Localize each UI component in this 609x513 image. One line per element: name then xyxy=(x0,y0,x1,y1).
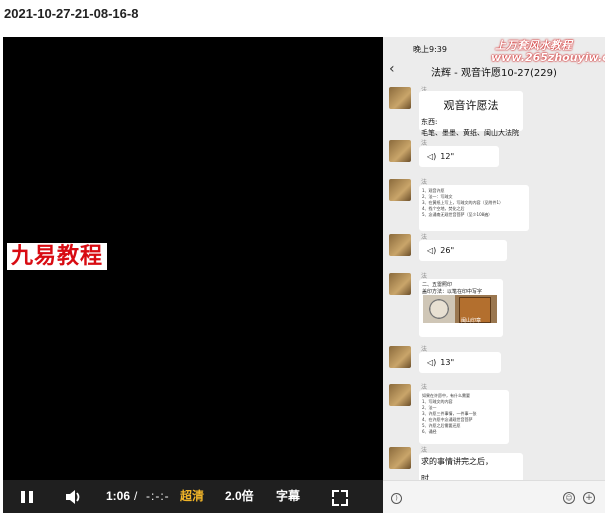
avatar xyxy=(389,346,411,368)
text-line: 盖印方法：以笔在印中写字 xyxy=(422,289,483,295)
voice-duration: 12" xyxy=(440,152,455,161)
voice-wave-icon: ◁) xyxy=(427,358,437,367)
voice-wave-icon: ◁) xyxy=(427,246,437,255)
volume-button[interactable] xyxy=(65,480,85,513)
voice-message[interactable]: ◁) 13" xyxy=(419,352,501,373)
text-bubble: 1、观音许愿 2、法一：写疏文 3、在黄纸上写上，写疏文的内容（见附件1） 4、… xyxy=(419,185,529,231)
volume-icon xyxy=(66,490,80,504)
image-caption: 闽山印章 xyxy=(461,318,482,324)
text-line: 时 xyxy=(421,474,429,480)
phone-input-bar: ) ☺ + xyxy=(383,480,605,513)
video-player[interactable]: 九易教程 晚上9:39 上万套风水教程 www.265zhouyiw.com ‹… xyxy=(3,37,605,513)
doc-title: 观音许愿法 xyxy=(443,99,499,112)
voice-duration: 13" xyxy=(440,358,455,367)
chat-header: ‹ 法辉 - 观音许愿10-27(229) xyxy=(383,59,605,81)
text-line: 5、念诵南无观世音菩萨（至少108遍） xyxy=(422,212,493,217)
pause-button[interactable] xyxy=(19,480,35,513)
avatar xyxy=(389,179,411,201)
watermark-left: 九易教程 xyxy=(7,243,108,270)
fullscreen-button[interactable] xyxy=(330,480,348,513)
fullscreen-icon-corner xyxy=(341,490,348,497)
avatar xyxy=(389,140,411,162)
playback-speed-button[interactable]: 2.0倍 xyxy=(225,480,254,513)
text-line: 6、诵经 xyxy=(422,429,437,434)
doc-line: 毛笔、墨墨、黄纸、闽山大法院 xyxy=(421,129,519,137)
avatar xyxy=(389,87,411,109)
page-title: 2021-10-27-21-08-16-8 xyxy=(4,6,139,21)
seal-stamp-icon xyxy=(423,295,455,323)
plus-icon[interactable]: + xyxy=(583,492,595,504)
avatar xyxy=(389,234,411,256)
text-bubble: 如果在许愿中，有什么需要 1、写疏文的内容 2、法一 3、许愿三件事情，一件事一… xyxy=(419,390,509,444)
pause-icon xyxy=(21,491,25,503)
image-bubble[interactable]: 二、五雷照印 盖印方法：以笔在印中写字 闽山印章 xyxy=(419,279,503,337)
phone-screen: 晚上9:39 上万套风水教程 www.265zhouyiw.com ‹ 法辉 -… xyxy=(383,37,605,480)
current-time: 1:06 xyxy=(106,489,131,503)
voice-wave-icon: ◁) xyxy=(427,152,437,161)
total-time: -:-:- xyxy=(146,489,170,503)
emoji-icon[interactable]: ☺ xyxy=(563,492,575,504)
text-line: 求的事情讲完之后， xyxy=(421,457,493,466)
text-line: 二、五雷照印 xyxy=(422,282,453,288)
avatar xyxy=(389,384,411,406)
pause-icon-bar xyxy=(29,491,33,503)
doc-bubble: 观音许愿法 东西: 毛笔、墨墨、黄纸、闽山大法院 xyxy=(419,91,523,137)
video-frame[interactable]: 九易教程 晚上9:39 上万套风水教程 www.265zhouyiw.com ‹… xyxy=(3,37,605,480)
voice-duration: 26" xyxy=(440,246,455,255)
text-bubble: 求的事情讲完之后， 时 xyxy=(419,453,523,480)
status-time: 晚上9:39 xyxy=(413,45,447,54)
time-separator: / xyxy=(134,489,138,503)
subtitle-button[interactable]: 字幕 xyxy=(276,480,300,513)
voice-icon[interactable]: ) xyxy=(391,493,402,504)
voice-message[interactable]: ◁) 26" xyxy=(419,240,507,261)
avatar xyxy=(389,273,411,295)
doc-line: 东西: xyxy=(421,118,438,126)
fullscreen-icon xyxy=(332,490,339,497)
seal-image[interactable]: 闽山印章 xyxy=(423,295,497,324)
fullscreen-icon-corner xyxy=(341,499,348,506)
chat-title: 法辉 - 观音许愿10-27(229) xyxy=(431,68,557,79)
quality-button[interactable]: 超清 xyxy=(180,480,204,513)
voice-message[interactable]: ◁) 12" xyxy=(419,146,499,167)
avatar xyxy=(389,447,411,469)
back-arrow-icon: ‹ xyxy=(389,61,395,77)
fullscreen-icon-corner xyxy=(332,499,339,506)
